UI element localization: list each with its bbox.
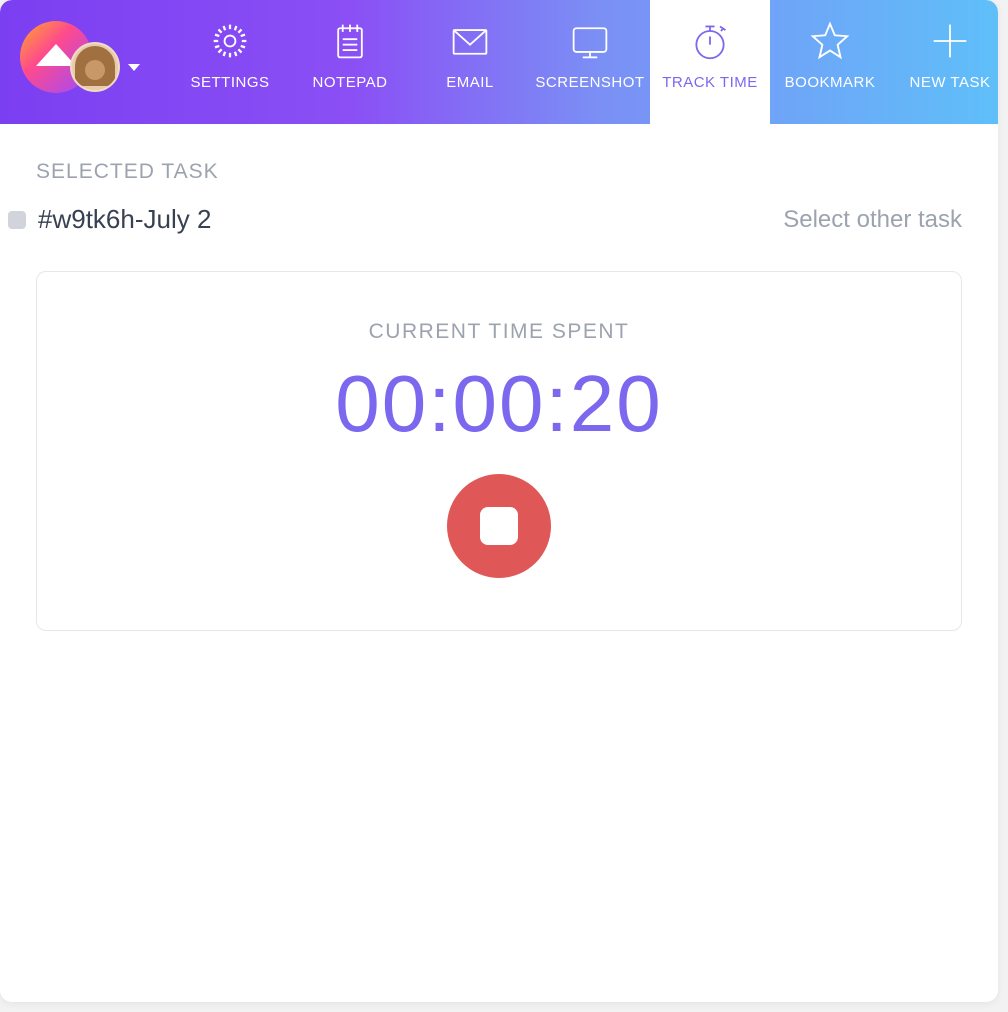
mail-icon xyxy=(449,20,491,62)
select-other-task-link[interactable]: Select other task xyxy=(783,206,962,234)
avatar xyxy=(70,42,120,92)
notepad-icon xyxy=(329,20,371,62)
plus-icon xyxy=(929,20,971,62)
selected-task[interactable]: #w9tk6h-July 2 xyxy=(8,204,211,235)
stop-icon xyxy=(480,507,518,545)
tab-track-time[interactable]: TRACK TIME xyxy=(650,0,770,124)
monitor-icon xyxy=(569,20,611,62)
stop-button[interactable] xyxy=(447,474,551,578)
tab-bookmark[interactable]: BOOKMARK xyxy=(770,0,890,124)
task-checkbox[interactable] xyxy=(8,211,26,229)
tab-label: BOOKMARK xyxy=(785,74,876,91)
timer-value: 00:00:20 xyxy=(335,364,662,444)
stopwatch-icon xyxy=(689,20,731,62)
account-switcher[interactable] xyxy=(0,0,170,124)
nav-tabs: SETTINGS NOTEPAD xyxy=(170,0,998,124)
tab-screenshot[interactable]: SCREENSHOT xyxy=(530,0,650,124)
timer-label: CURRENT TIME SPENT xyxy=(369,320,630,344)
task-name: #w9tk6h-July 2 xyxy=(38,204,211,235)
section-label: SELECTED TASK xyxy=(36,160,962,184)
tab-label: EMAIL xyxy=(446,74,494,91)
content-area: SELECTED TASK #w9tk6h-July 2 Select othe… xyxy=(0,124,998,631)
chevron-down-icon xyxy=(128,64,140,71)
gear-icon xyxy=(209,20,251,62)
tab-new-task[interactable]: NEW TASK xyxy=(890,0,998,124)
tab-email[interactable]: EMAIL xyxy=(410,0,530,124)
tab-label: SETTINGS xyxy=(190,74,269,91)
tab-label: NEW TASK xyxy=(910,74,991,91)
tab-label: SCREENSHOT xyxy=(535,74,644,91)
app-header: SETTINGS NOTEPAD xyxy=(0,0,998,124)
tab-label: NOTEPAD xyxy=(313,74,388,91)
tab-notepad[interactable]: NOTEPAD xyxy=(290,0,410,124)
task-row: #w9tk6h-July 2 Select other task xyxy=(8,204,962,235)
tab-settings[interactable]: SETTINGS xyxy=(170,0,290,124)
star-icon xyxy=(809,20,851,62)
app-window: SETTINGS NOTEPAD xyxy=(0,0,998,1002)
timer-panel: CURRENT TIME SPENT 00:00:20 xyxy=(36,271,962,631)
tab-label: TRACK TIME xyxy=(662,74,758,91)
